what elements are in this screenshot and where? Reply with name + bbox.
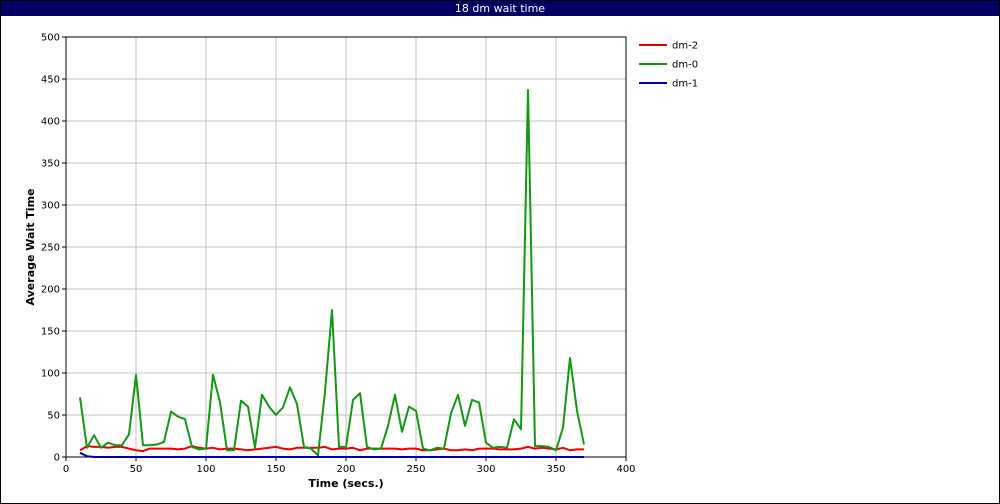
- x-tick-label: 350: [546, 464, 565, 475]
- x-tick-label: 400: [616, 464, 635, 475]
- y-tick-label: 400: [41, 117, 60, 128]
- legend-label-dm-1: dm-1: [672, 79, 698, 90]
- y-axis-label: Average Wait Time: [24, 189, 37, 306]
- y-tick-label: 500: [41, 33, 60, 44]
- y-tick-label: 150: [41, 327, 60, 338]
- x-axis-label: Time (secs.): [308, 477, 383, 490]
- legend: dm-2 dm-0 dm-1: [639, 41, 698, 90]
- grid: [66, 37, 626, 457]
- series-line-dm-0: [79, 88, 585, 457]
- y-tick-label: 250: [41, 243, 60, 254]
- x-tick-label: 300: [476, 464, 495, 475]
- y-tick-label: 200: [41, 285, 60, 296]
- line-chart: 0 50 100 150 200 250 300 350 400 0 50 100 150 200 250 3…: [24, 33, 698, 491]
- x-tick-label: 0: [63, 464, 69, 475]
- y-tick-label: 300: [41, 201, 60, 212]
- x-tick-label: 250: [406, 464, 425, 475]
- chart-window: 18 dm wait time 0 50 100 150 200 250 300 350 400…: [0, 0, 1000, 504]
- x-tick-label: 150: [266, 464, 285, 475]
- legend-label-dm-0: dm-0: [672, 60, 698, 71]
- y-tick-label: 0: [54, 453, 60, 464]
- y-tick-label: 100: [41, 369, 60, 380]
- series-lines: [79, 88, 585, 458]
- axis-ticks: 0 50 100 150 200 250 300 350 400 0 50 100 150 200 250 3…: [41, 33, 636, 476]
- y-tick-label: 50: [47, 411, 60, 422]
- x-tick-label: 100: [196, 464, 215, 475]
- y-tick-label: 350: [41, 159, 60, 170]
- x-tick-label: 200: [336, 464, 355, 475]
- y-tick-label: 450: [41, 75, 60, 86]
- series-line-dm-1: [79, 451, 584, 458]
- legend-label-dm-2: dm-2: [672, 41, 698, 52]
- x-tick-label: 50: [130, 464, 143, 475]
- series-line-dm-2: [79, 445, 584, 453]
